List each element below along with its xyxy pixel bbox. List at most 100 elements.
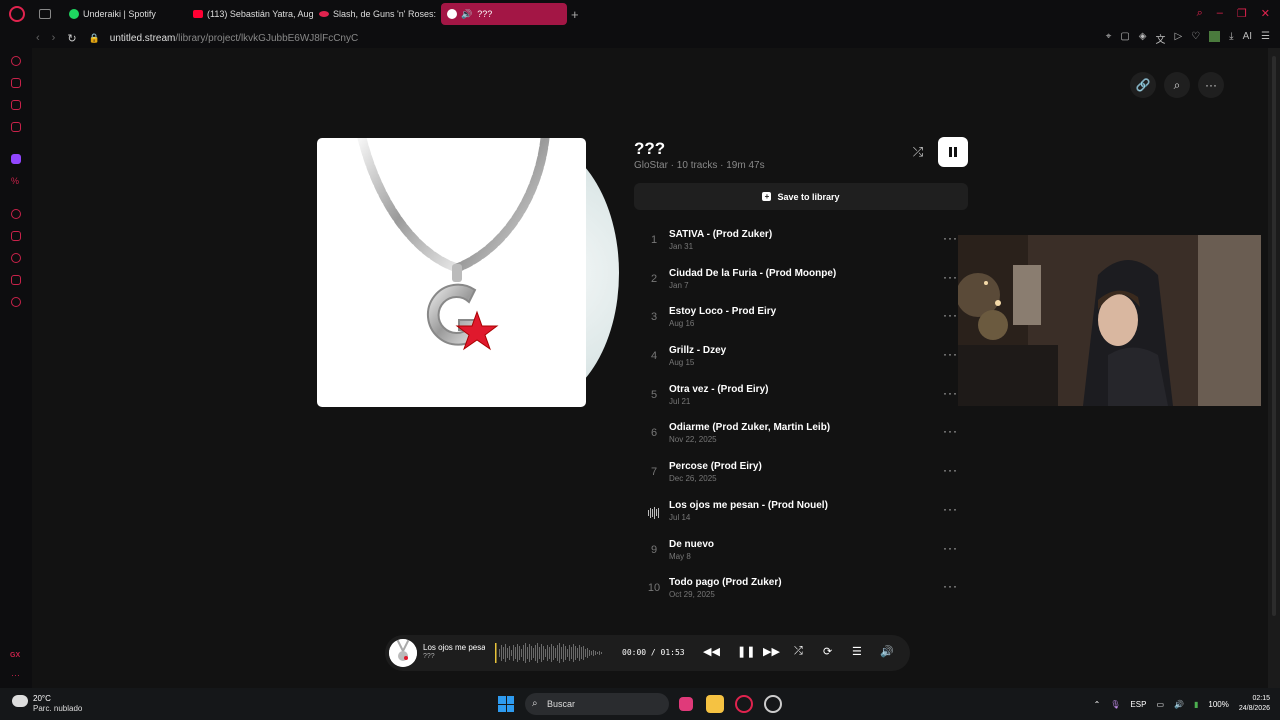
twitch-icon[interactable] [11,154,21,164]
extensions-icon[interactable] [11,275,21,285]
page-actions: 🔗 ⌕ ··· [1130,72,1224,98]
track-more-icon[interactable]: ··· [943,231,958,245]
instagram-icon[interactable] [679,697,693,711]
track-row[interactable]: 1 SATIVA - (Prod Zuker) Jan 31 ··· [640,226,970,265]
temperature[interactable]: 20°C [33,694,51,703]
gx-corner-icon[interactable] [11,122,21,132]
start-icon[interactable] [498,696,514,712]
weather-icon[interactable] [12,695,28,707]
track-more-icon[interactable]: ··· [943,463,958,477]
percent-icon[interactable]: % [11,176,21,186]
player-icon[interactable] [11,209,21,219]
close-icon[interactable]: ✕ [1261,7,1270,20]
track-more-icon[interactable]: ··· [943,386,958,400]
album-meta: GloStar · 10 tracks · 19m 47s [634,160,765,171]
search-icon: ⌕ [532,698,538,709]
back-icon[interactable]: ‹ [36,32,40,44]
track-row[interactable]: 7 Percose (Prod Eiry) Dec 26, 2025 ··· [640,458,970,497]
clock-icon[interactable] [11,253,21,263]
queue-icon[interactable]: ☰ [852,645,862,658]
chat-icon[interactable] [11,100,21,110]
more-options-icon[interactable]: ··· [1198,72,1224,98]
track-more-icon[interactable]: ··· [943,502,958,516]
taskbar-search[interactable]: ⌕ Buscar [525,693,669,715]
tab-active-album[interactable]: 🔊 ??? [441,3,567,25]
track-row[interactable]: 2 Ciudad De la Furia - (Prod Moonpe) Jan… [640,265,970,304]
scrollbar[interactable] [1268,48,1280,688]
settings-icon[interactable] [11,297,21,307]
player-artwork[interactable] [389,639,417,667]
tab-spotify[interactable]: Underaiki | Spotify [63,3,187,25]
tab-youtube[interactable]: (113) Sebastián Yatra, Aug [187,3,313,25]
bookmarks-icon[interactable] [11,231,21,241]
track-row[interactable]: 6 Odiarme (Prod Zuker, Martin Leib) Nov … [640,419,970,458]
track-more-icon[interactable]: ··· [943,541,958,555]
network-icon[interactable]: ▭ [1156,700,1164,709]
waveform-seekbar[interactable] [495,641,605,665]
track-row[interactable]: 10 Todo pago (Prod Zuker) Oct 29, 2025 ·… [640,574,970,613]
reload-icon[interactable]: ↻ [67,32,76,45]
more-icon[interactable]: ··· [11,670,20,680]
new-tab-icon[interactable]: + [571,7,579,22]
track-title: De nuevo [669,538,715,550]
translate-icon[interactable]: 文 [1155,31,1165,46]
track-row[interactable]: 9 De nuevo May 8 ··· [640,536,970,575]
news-icon [319,11,329,17]
vpn-icon[interactable]: ◈ [1139,31,1147,46]
pause-button[interactable] [938,137,968,167]
search-icon[interactable]: ⌕ [1164,72,1190,98]
tab-slash[interactable]: Slash, de Guns 'n' Roses: [313,3,441,25]
album-title: ??? [634,139,666,158]
url-field[interactable]: untitled.stream/library/project/lkvkGJub… [110,33,358,44]
chevron-up-icon[interactable]: ⌃ [1094,700,1101,709]
webcam-overlay [958,235,1261,406]
shuffle-icon[interactable]: ⤮ [908,144,928,160]
opera-gx-icon[interactable] [735,695,753,713]
track-more-icon[interactable]: ··· [943,579,958,593]
volume-icon[interactable]: 🔊 [880,645,894,658]
heart-icon[interactable]: ♡ [1191,31,1200,46]
clock[interactable]: 02:15 24/8/2026 [1239,694,1270,714]
minimize-icon[interactable]: – [1217,7,1223,20]
link-icon[interactable]: 🔗 [1130,72,1156,98]
pause-icon[interactable]: ❚❚ [737,645,755,658]
next-icon[interactable]: ▶▶ [763,645,780,658]
tab-label: (113) Sebastián Yatra, Aug [207,9,313,19]
workspaces-icon[interactable] [39,9,51,19]
forward-icon[interactable]: › [52,32,56,44]
track-row-playing[interactable]: Los ojos me pesan - (Prod Nouel) Jul 14 … [640,497,970,536]
gx-badge[interactable]: GX [10,652,20,659]
volume-icon[interactable]: 🔊 [1174,700,1184,709]
save-to-library-button[interactable]: + Save to library [634,183,968,210]
track-row[interactable]: 3 Estoy Loco - Prod Eiry Aug 16 ··· [640,303,970,342]
menu-icon[interactable]: ☰ [1261,31,1270,46]
repeat-icon[interactable]: ⟳ [823,645,832,658]
maximize-icon[interactable]: ❐ [1237,7,1247,20]
track-number: 10 [647,582,661,595]
send-icon[interactable]: ▷ [1174,31,1182,46]
track-more-icon[interactable]: ··· [943,308,958,322]
weather-condition[interactable]: Parc. nublado [33,704,82,713]
extension-icon[interactable] [1209,31,1221,42]
speaker-icon[interactable]: 🔊 [461,9,472,20]
search-tabs-icon[interactable]: ⌕ [1197,7,1203,20]
snapshot-icon[interactable]: ▢ [1120,31,1129,46]
opera-logo-icon[interactable] [9,6,25,22]
track-more-icon[interactable]: ··· [943,270,958,284]
track-more-icon[interactable]: ··· [943,424,958,438]
language[interactable]: ESP [1130,700,1146,709]
pin-icon[interactable]: ⌖ [1106,31,1112,46]
track-row[interactable]: 5 Otra vez - (Prod Eiry) Jul 21 ··· [640,381,970,420]
microphone-icon[interactable]: 🎙 [1110,700,1120,709]
history-icon[interactable] [11,56,21,66]
app-icon[interactable] [764,695,782,713]
download-icon[interactable]: ⤓ [1229,31,1233,46]
track-more-icon[interactable]: ··· [943,347,958,361]
previous-icon[interactable]: ◀◀ [703,645,720,658]
file-explorer-icon[interactable] [706,695,724,713]
aria-icon[interactable] [11,78,21,88]
battery-icon[interactable]: ▮ [1194,700,1198,709]
shuffle-icon[interactable]: ⤮ [794,645,803,658]
ai-icon[interactable]: AI [1243,31,1252,46]
track-row[interactable]: 4 Grillz - Dzey Aug 15 ··· [640,342,970,381]
